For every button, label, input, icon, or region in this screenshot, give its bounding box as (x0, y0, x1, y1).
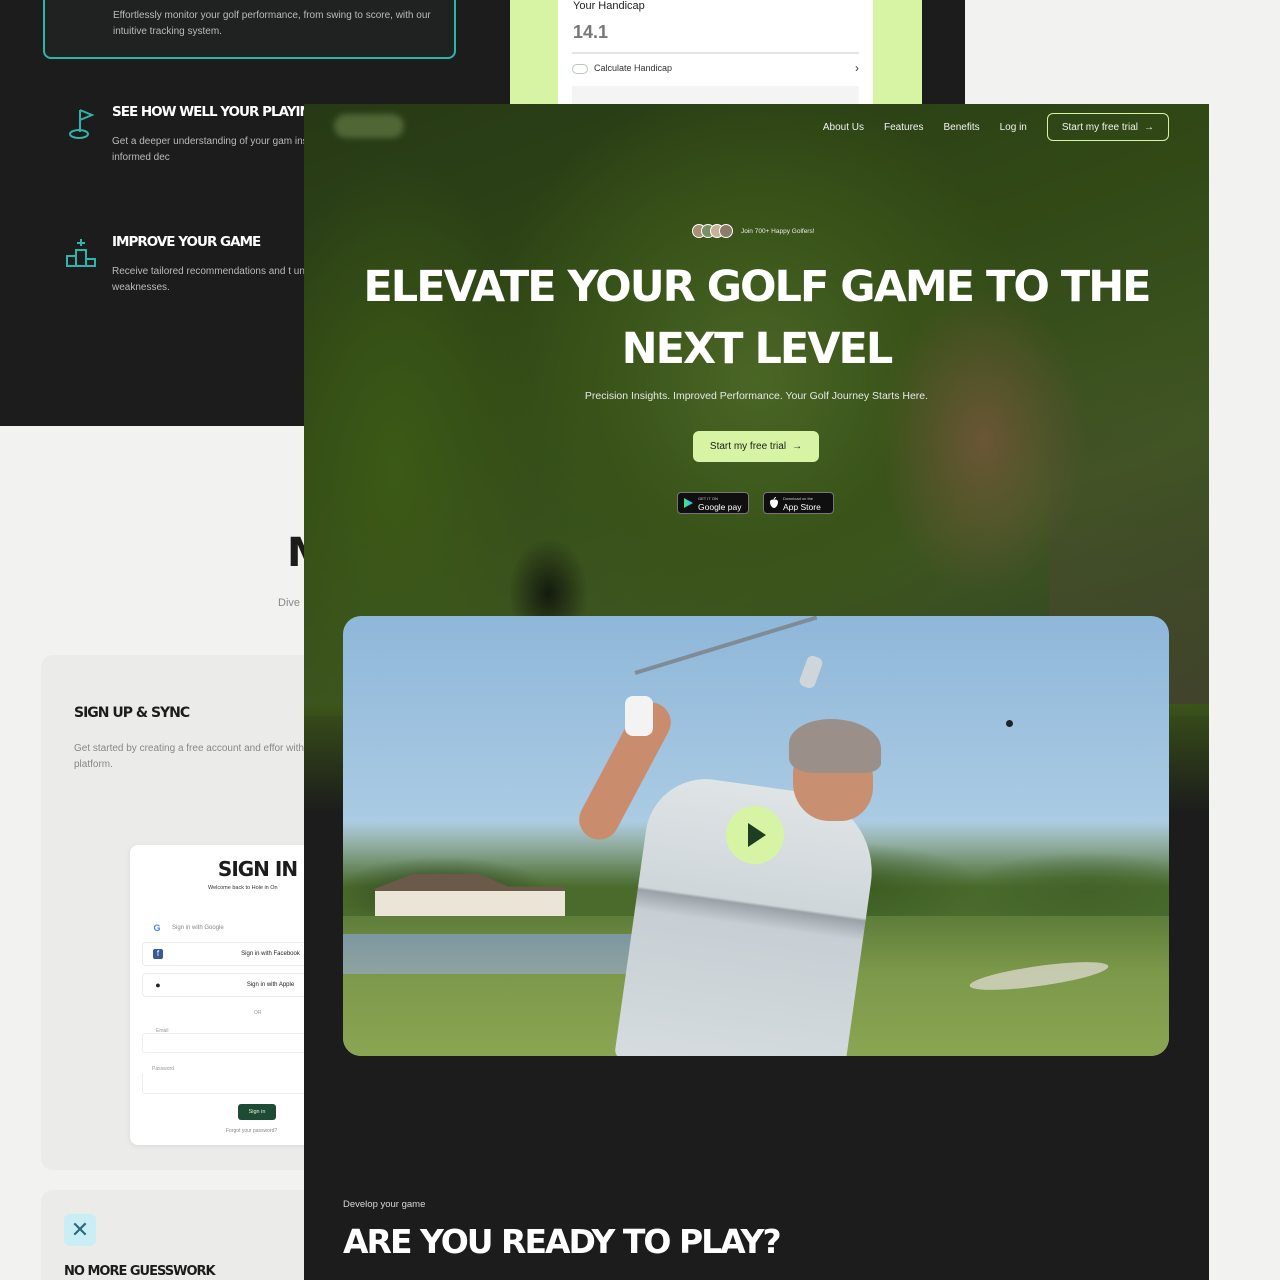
golf-ball (1006, 720, 1013, 727)
calculator-icon (572, 64, 588, 74)
hero-subtitle: Precision Insights. Improved Performance… (584, 390, 929, 402)
podium-icon (66, 239, 96, 267)
top-nav: About Us Features Benefits Log in Start … (823, 113, 1169, 141)
handicap-footer (572, 86, 859, 104)
step-desc: Get started by creating a free account a… (74, 743, 322, 770)
play-icon[interactable] (726, 806, 784, 864)
feature-card-tracking[interactable]: Effortlessly monitor your golf performan… (43, 0, 456, 59)
facebook-signin-button[interactable]: f Sign in with Facebook (142, 942, 317, 966)
arrow-right-icon: → (1144, 121, 1154, 133)
signin-button[interactable]: Sign in (238, 1104, 276, 1120)
golfer-cap (789, 719, 881, 773)
signin-card: SIGN IN Welcome back to Hole in On G Sig… (130, 845, 330, 1145)
apple-signin-button[interactable]: ● Sign in with Apple (142, 973, 317, 997)
section-title: ARE YOU READY TO PLAY? (343, 1222, 782, 1261)
section-eyebrow: Develop your game (343, 1199, 426, 1210)
social-proof-text: Join 700+ Happy Golfers! (741, 227, 815, 235)
password-field[interactable] (142, 1072, 317, 1094)
handicap-label: Your Handicap (573, 0, 645, 12)
facebook-icon: f (153, 949, 163, 959)
apple-icon (770, 497, 778, 508)
forgot-password-link[interactable]: Forgot your password? (226, 1128, 277, 1134)
step-title: SIGN UP & SYNC (74, 705, 190, 721)
nav-link-benefits[interactable]: Benefits (943, 122, 979, 133)
email-field[interactable] (142, 1033, 317, 1053)
nav-link-features[interactable]: Features (884, 122, 923, 133)
guesswork-card: ✕ NO MORE GUESSWORK (41, 1190, 341, 1280)
chevron-right-icon: › (855, 61, 859, 75)
social-proof: Join 700+ Happy Golfers! (692, 222, 815, 240)
google-play-icon (684, 498, 693, 508)
golf-club-head (798, 654, 824, 690)
google-signin-button[interactable]: G Sign in with Google (142, 917, 317, 941)
nav-link-login[interactable]: Log in (1000, 122, 1027, 133)
divider (572, 52, 859, 54)
avatar-stack (692, 224, 733, 238)
handicap-card: Your Handicap 14.1 Calculate Handicap › (510, 0, 922, 104)
badge-text: Google pay (698, 502, 742, 512)
landing-page: About Us Features Benefits Log in Start … (304, 104, 1209, 1280)
video-pond (343, 934, 663, 974)
arrow-right-icon: → (792, 441, 803, 452)
google-signin-label: Sign in with Google (172, 925, 224, 931)
badge-text: App Store (783, 502, 821, 512)
google-icon: G (153, 923, 161, 933)
logo[interactable] (334, 114, 404, 138)
calculate-handicap-row[interactable]: Calculate Handicap › (572, 61, 859, 78)
google-play-badge[interactable]: GET IT ON Google pay (677, 492, 749, 514)
avatar (719, 224, 733, 238)
calculate-handicap-label: Calculate Handicap (594, 63, 673, 73)
nav-link-about[interactable]: About Us (823, 122, 864, 133)
hero-title: ELEVATE YOUR GOLF GAME TO THE NEXT LEVEL (363, 262, 1151, 374)
or-divider: OR (254, 1010, 262, 1016)
signin-subtitle: Welcome back to Hole in On (208, 885, 278, 891)
handicap-value: 14.1 (573, 22, 609, 42)
guesswork-title: NO MORE GUESSWORK (64, 1264, 216, 1279)
golfer-glove (625, 696, 653, 736)
golf-flag-icon (69, 109, 95, 139)
nav-free-trial-button[interactable]: Start my free trial → (1046, 113, 1169, 141)
hero-free-trial-label: Start my free trial (709, 441, 787, 452)
video-player[interactable] (343, 616, 1169, 1056)
app-store-badge[interactable]: Download on the App Store (763, 492, 834, 514)
golf-club (634, 616, 818, 675)
close-icon: ✕ (64, 1214, 96, 1246)
apple-icon: ● (155, 980, 161, 990)
handicap-panel: Your Handicap 14.1 Calculate Handicap › (558, 0, 873, 104)
hero-free-trial-button[interactable]: Start my free trial → (693, 431, 819, 462)
nav-free-trial-label: Start my free trial (1061, 121, 1138, 133)
feature-title: IMPROVE YOUR GAME (112, 234, 261, 250)
feature-title: SEE HOW WELL YOUR PLAYING (112, 104, 321, 120)
section-subtitle-cut: Dive (278, 597, 301, 609)
feature-desc: Effortlessly monitor your golf performan… (113, 10, 431, 37)
